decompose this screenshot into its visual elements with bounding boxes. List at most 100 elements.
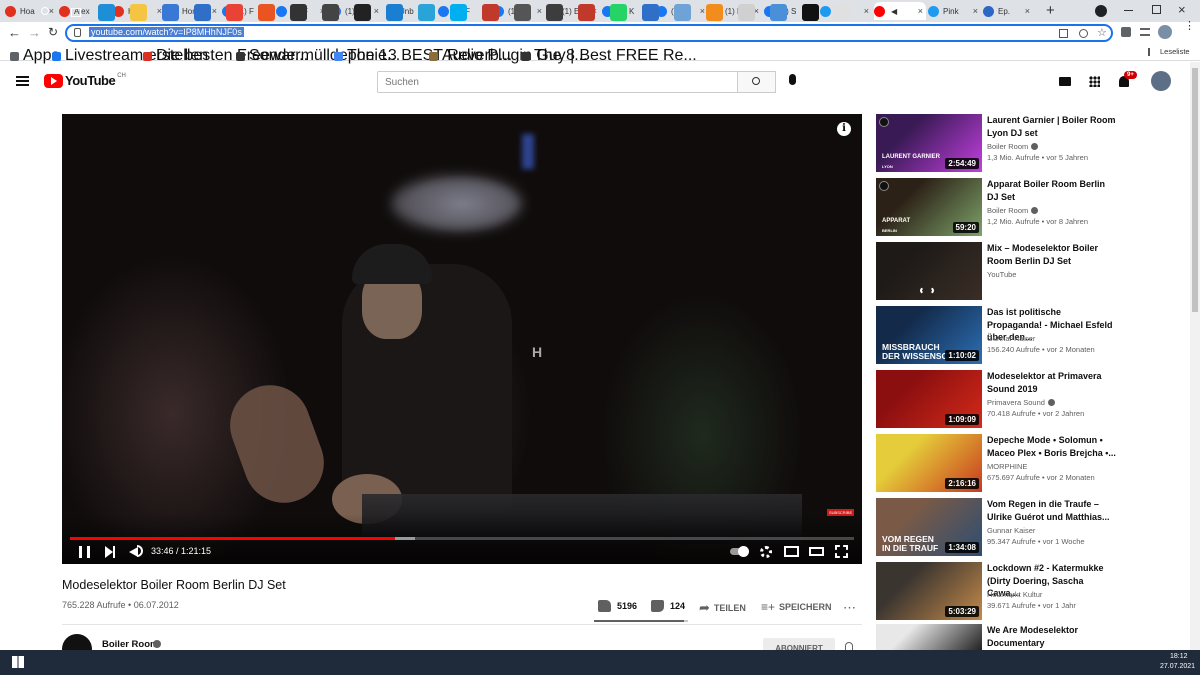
suggestion-thumbnail[interactable]: 5:03:29: [876, 562, 982, 620]
suggestion-title[interactable]: We Are Modeselektor Documentary: [987, 624, 1117, 649]
close-window-icon[interactable]: ×: [1178, 2, 1186, 17]
store-icon[interactable]: [162, 4, 179, 21]
suggestion-card[interactable]: APPARAT BERLIN 59:20 Apparat Boiler Room Be…: [876, 178, 1176, 238]
inkscape-icon[interactable]: [322, 4, 339, 21]
dislike-button[interactable]: 124: [651, 600, 685, 612]
vlc-icon[interactable]: [706, 4, 723, 21]
suggestion-card[interactable]: 5:03:29 Lockdown #2 - Katermukke (Dirty D…: [876, 562, 1176, 622]
lock-icon[interactable]: [74, 28, 81, 37]
search-box[interactable]: [377, 71, 738, 93]
close-tab-icon[interactable]: ×: [918, 6, 926, 16]
suggestion-channel[interactable]: Gunnar Kaiser: [987, 526, 1035, 535]
next-icon[interactable]: [105, 546, 113, 558]
file-explorer-icon[interactable]: [130, 4, 147, 21]
youtube-logo[interactable]: YouTube CH: [44, 73, 126, 88]
miniplayer-icon[interactable]: [784, 546, 799, 557]
bookmark-star-icon[interactable]: ☆: [1097, 26, 1107, 39]
suggestion-card[interactable]: 2:16:16 Depeche Mode • Solomun • Maceo Pl…: [876, 434, 1176, 494]
reload-icon[interactable]: ↻: [48, 25, 58, 39]
new-tab-button[interactable]: +: [1046, 2, 1055, 19]
suggestion-thumbnail[interactable]: [876, 242, 982, 300]
suggestion-card[interactable]: LAURENT GARNIER LYON 2:54:49 Laurent Garnie…: [876, 114, 1176, 174]
suggestion-thumbnail[interactable]: VOM REGEN IN DIE TRAUF 1:34:08: [876, 498, 982, 556]
theater-mode-icon[interactable]: [809, 547, 824, 556]
suggestion-card[interactable]: Mix – Modeselektor Boiler Room Berlin DJ…: [876, 242, 1176, 302]
share-button[interactable]: ➦ TEILEN: [699, 600, 746, 616]
search-icon[interactable]: [38, 4, 55, 21]
suggestion-thumbnail[interactable]: MISSBRAUCH DER WISSENSC 1:10:02: [876, 306, 982, 364]
close-tab-icon[interactable]: ×: [864, 6, 872, 16]
cloud-app-icon[interactable]: [386, 4, 403, 21]
share-icon[interactable]: [1079, 29, 1088, 38]
autoplay-toggle[interactable]: [730, 546, 749, 557]
suggestion-thumbnail[interactable]: LAURENT GARNIER LYON 2:54:49: [876, 114, 982, 172]
close-tab-icon[interactable]: ×: [537, 6, 545, 16]
suggestion-card[interactable]: MISSBRAUCH DER WISSENSC 1:10:02 Das ist pol…: [876, 306, 1176, 366]
apps-grid-icon[interactable]: [1089, 76, 1100, 87]
fullscreen-icon[interactable]: [835, 545, 848, 558]
chrome-icon[interactable]: [226, 4, 243, 21]
suggestion-card[interactable]: 1:09:09 Modeselektor at Primavera Sound 2…: [876, 370, 1176, 430]
ubuntu-icon[interactable]: [258, 4, 275, 21]
reading-list[interactable]: Leseliste: [1148, 47, 1190, 56]
microphone-icon[interactable]: [789, 74, 796, 85]
settings-gear-icon[interactable]: [760, 546, 772, 558]
app-blue-icon[interactable]: [642, 4, 659, 21]
create-video-icon[interactable]: [1059, 77, 1071, 86]
film-icon[interactable]: [738, 4, 755, 21]
mail-icon[interactable]: [194, 4, 211, 21]
suggestion-title[interactable]: Apparat Boiler Room Berlin DJ Set: [987, 178, 1117, 203]
account-avatar[interactable]: [1151, 71, 1171, 91]
url-text[interactable]: youtube.com/watch?v=IP8MHhNJF0s: [89, 27, 244, 37]
ableton-live-icon[interactable]: [354, 4, 371, 21]
close-tab-icon[interactable]: ×: [212, 6, 220, 16]
suggestion-title[interactable]: Depeche Mode • Solomun • Maceo Plex • Bo…: [987, 434, 1117, 459]
suggestion-title[interactable]: Laurent Garnier | Boiler Room Lyon DJ se…: [987, 114, 1117, 139]
task-view-icon[interactable]: [68, 4, 85, 21]
app-icon[interactable]: [290, 4, 307, 21]
back-icon[interactable]: ←: [8, 25, 21, 40]
skype-icon[interactable]: [450, 4, 467, 21]
suggestion-channel[interactable]: MORPHINE: [987, 462, 1027, 471]
like-button[interactable]: 5196: [598, 600, 637, 612]
photos-icon[interactable]: [770, 4, 787, 21]
extensions-icon[interactable]: [1121, 27, 1131, 37]
tab-18[interactable]: Pink ×: [928, 2, 981, 20]
video-player[interactable]: H SUBSCRIBE i 33:46 / 1:21:15: [62, 114, 862, 564]
menu-dots-icon[interactable]: ⋮: [1184, 21, 1195, 32]
tab-17[interactable]: ◀ ×: [874, 2, 926, 20]
keyboard-icon[interactable]: [514, 4, 531, 21]
telegram-icon[interactable]: [418, 4, 435, 21]
editor-icon[interactable]: [674, 4, 691, 21]
suggestion-card[interactable]: VOM REGEN IN DIE TRAUF 1:34:08 Vom Regen in…: [876, 498, 1176, 558]
tab-19[interactable]: Ep. ×: [983, 2, 1033, 20]
address-bar[interactable]: youtube.com/watch?v=IP8MHhNJF0s ☆: [65, 24, 1113, 42]
close-tab-icon[interactable]: ×: [1025, 6, 1033, 16]
suggestion-channel[interactable]: Holzmarkt Kultur: [987, 590, 1042, 599]
cubase-icon[interactable]: [578, 4, 595, 21]
close-tab-icon[interactable]: ×: [374, 6, 382, 16]
suggestion-title[interactable]: Modeselektor at Primavera Sound 2019: [987, 370, 1117, 395]
more-actions-icon[interactable]: ⋯: [843, 600, 856, 616]
suggestion-channel[interactable]: Gunnar Kaiser: [987, 334, 1035, 343]
suggestion-channel[interactable]: Primavera Sound: [987, 398, 1055, 407]
terminal-icon[interactable]: [802, 4, 819, 21]
suggestion-channel[interactable]: Boiler Room: [987, 206, 1039, 215]
pause-icon[interactable]: [79, 546, 90, 558]
suggestion-title[interactable]: Mix – Modeselektor Boiler Room Berlin DJ…: [987, 242, 1117, 267]
media-control-icon[interactable]: [1140, 28, 1150, 36]
maximize-icon[interactable]: [1152, 5, 1161, 14]
page-scrollbar-thumb[interactable]: [1192, 68, 1198, 312]
suggestion-thumbnail[interactable]: APPARAT BERLIN 59:20: [876, 178, 982, 236]
tab-search-icon[interactable]: [1095, 5, 1107, 17]
progress-bar[interactable]: [70, 537, 854, 540]
suggestion-thumbnail[interactable]: 1:09:09: [876, 370, 982, 428]
suggestion-channel[interactable]: YouTube: [987, 270, 1016, 279]
minimize-icon[interactable]: [1124, 10, 1133, 11]
media-app-icon[interactable]: [482, 4, 499, 21]
suggestion-title[interactable]: Vom Regen in die Traufe – Ulrike Guérot …: [987, 498, 1117, 523]
search-button[interactable]: [737, 71, 776, 93]
qr-code-icon[interactable]: [1059, 29, 1068, 38]
info-icon[interactable]: i: [837, 122, 851, 136]
forward-icon[interactable]: →: [28, 25, 41, 40]
